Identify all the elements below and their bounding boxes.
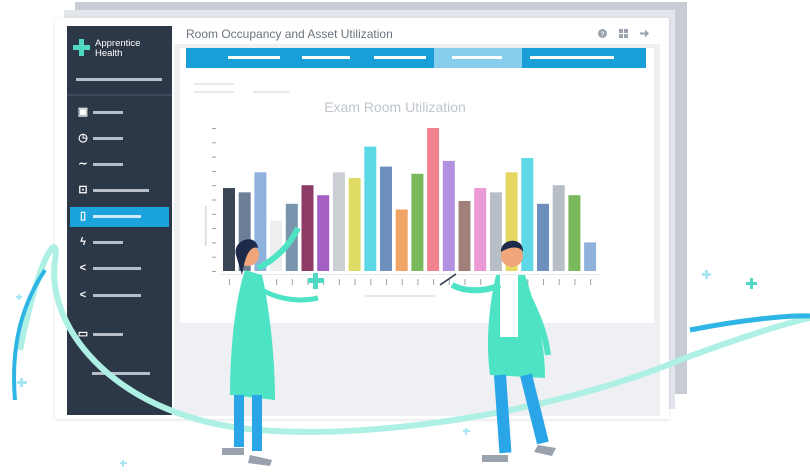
sparkle-icon xyxy=(16,270,711,467)
decorative-illustration xyxy=(12,226,810,467)
man-figure xyxy=(439,240,556,462)
